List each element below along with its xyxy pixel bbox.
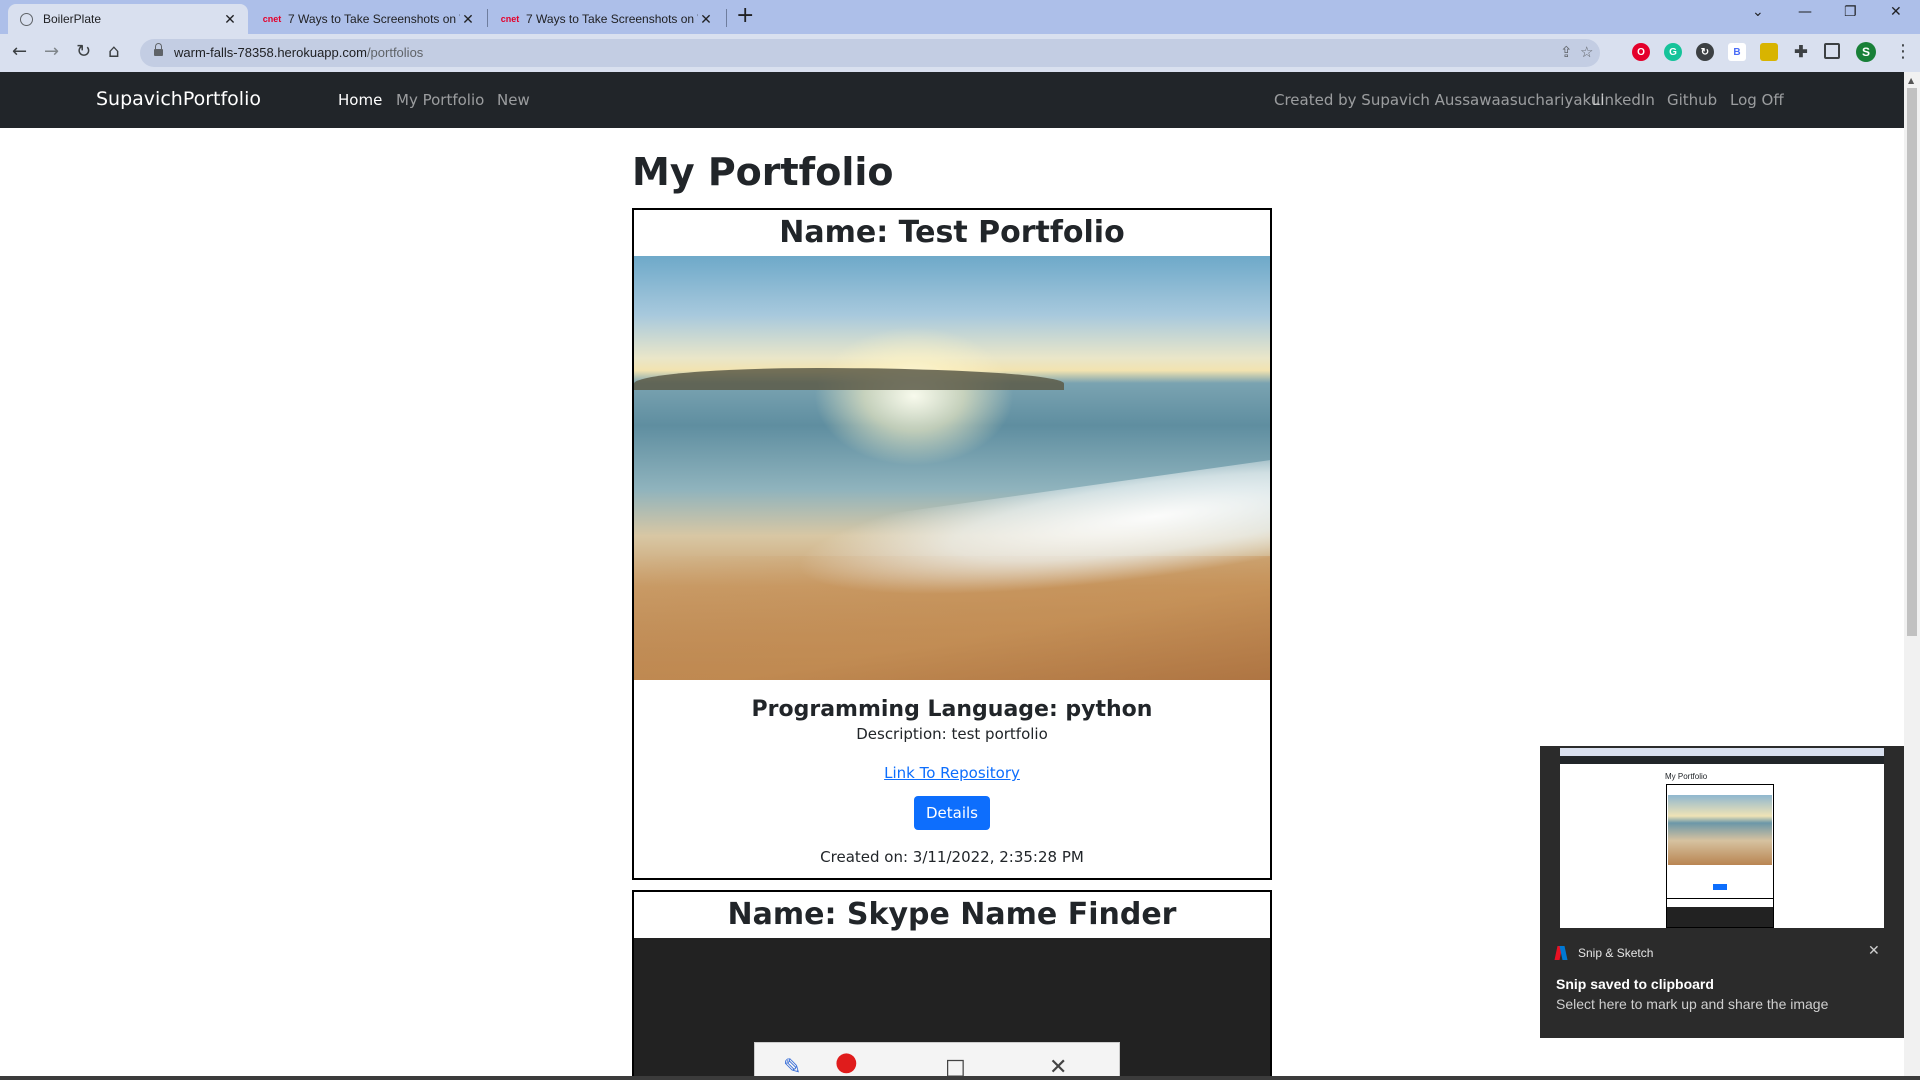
tab-close-icon[interactable]: ✕ (460, 11, 476, 28)
scrollbar-thumb[interactable] (1907, 88, 1917, 636)
portfolio-card-body: Programming Language: python Description… (634, 696, 1270, 866)
browser-toolbar: ← → ↻ ⌂ warm-falls-78358.herokuapp.com/p… (0, 34, 1920, 72)
back-icon[interactable]: ← (12, 41, 27, 63)
cnet-icon: cnet (500, 14, 520, 24)
sun-glow (814, 326, 1014, 466)
toast-subtext: Select here to mark up and share the ima… (1556, 996, 1829, 1012)
nav-linkedin-link[interactable]: LinkedIn (1592, 91, 1655, 109)
home-icon[interactable]: ⌂ (108, 41, 119, 63)
nav-log-off-link[interactable]: Log Off (1730, 91, 1784, 109)
snip-thumbnail[interactable]: My Portfolio (1560, 748, 1884, 928)
tab-title: 7 Ways to Take Screenshots on W (526, 12, 698, 26)
toast-heading: Snip saved to clipboard (1556, 976, 1714, 992)
close-window-icon[interactable]: ✕ (1890, 4, 1902, 20)
toast-close-icon[interactable]: ✕ (1868, 943, 1880, 959)
tab-separator (726, 9, 727, 27)
page-title: My Portfolio (632, 150, 894, 194)
thumb-button (1713, 884, 1727, 890)
tab-close-icon[interactable]: ✕ (222, 11, 238, 28)
nav-github-link[interactable]: Github (1667, 91, 1717, 109)
sync-extension-icon[interactable]: ↻ (1696, 43, 1714, 61)
b-extension-icon[interactable]: B (1728, 43, 1746, 61)
portfolio-name: Name: Test Portfolio (779, 215, 1125, 250)
toast-app-label: Snip & Sketch (1578, 946, 1654, 960)
image-window-frame: ✎ ● □ ✕ (754, 1042, 1120, 1080)
share-icon[interactable]: ⇪ (1560, 43, 1573, 61)
tab-screenshots-2[interactable]: cnet 7 Ways to Take Screenshots on W ✕ (488, 4, 724, 34)
portfolio-name: Name: Skype Name Finder (727, 897, 1177, 932)
tab-title: BoilerPlate (43, 12, 102, 26)
portfolio-card: Name: Test Portfolio Programming Languag… (632, 208, 1272, 880)
portfolio-description: Description: test portfolio (856, 725, 1048, 743)
details-button[interactable]: Details (913, 796, 990, 830)
url-text: warm-falls-78358.herokuapp.com/portfolio… (174, 45, 424, 60)
lock-icon (154, 43, 163, 58)
puzzle-extensions-icon[interactable]: ✚ (1792, 43, 1810, 61)
nav-home-link[interactable]: Home (338, 91, 382, 109)
thumb-navbar (1560, 756, 1884, 764)
opera-icon[interactable]: O (1632, 43, 1650, 61)
site-navbar: SupavichPortfolio Home My Portfolio New … (0, 72, 1904, 128)
reload-icon[interactable]: ↻ (76, 41, 91, 63)
menu-kebab-icon[interactable]: ⋮ (1894, 41, 1912, 63)
new-tab-icon[interactable]: + (736, 5, 754, 27)
nav-new-link[interactable]: New (497, 91, 530, 109)
tab-screenshots-1[interactable]: cnet 7 Ways to Take Screenshots on W ✕ (250, 4, 486, 34)
browser-tabstrip: BoilerPlate ✕ cnet 7 Ways to Take Screen… (0, 0, 1920, 34)
nav-created-by-link[interactable]: Created by Supavich Aussawaasuchariyakul (1274, 91, 1604, 109)
snip-notification[interactable]: My Portfolio Snip & Sketch ✕ Snip saved … (1540, 746, 1904, 1038)
navbar-brand[interactable]: SupavichPortfolio (96, 88, 261, 110)
portfolio-created-date: Created on: 3/11/2022, 2:35:28 PM (820, 848, 1084, 866)
page-scrollbar[interactable]: ▲ (1904, 72, 1920, 1080)
snip-sketch-icon (1554, 946, 1568, 960)
forward-icon[interactable]: → (44, 41, 59, 63)
nav-my-portfolio-link[interactable]: My Portfolio (396, 91, 484, 109)
tab-boilerplate[interactable]: BoilerPlate ✕ (8, 4, 248, 34)
portfolio-card: Name: Skype Name Finder ✎ ● □ ✕ (632, 890, 1272, 1080)
restore-icon[interactable]: ❐ (1844, 4, 1857, 20)
address-bar[interactable]: warm-falls-78358.herokuapp.com/portfolio… (140, 39, 1600, 67)
tab-close-icon[interactable]: ✕ (698, 11, 714, 28)
cnet-icon: cnet (262, 14, 282, 24)
taskbar-edge (0, 1076, 1920, 1080)
scroll-up-arrow-icon[interactable]: ▲ (1908, 76, 1914, 85)
thumb-browser-bar (1560, 748, 1884, 756)
thumb-card-2-head (1667, 899, 1773, 907)
portfolio-image-dark: ✎ ● □ ✕ (634, 938, 1270, 1080)
bookmark-star-icon[interactable]: ☆ (1580, 43, 1593, 61)
thumb-card-2 (1666, 898, 1774, 928)
thumb-page-title: My Portfolio (1665, 772, 1708, 781)
portfolio-language: Programming Language: python (751, 697, 1153, 722)
red-figure-icon: ● (835, 1047, 858, 1077)
globe-icon (20, 12, 33, 26)
colorful-extension-icon[interactable] (1760, 43, 1778, 61)
minimize-icon[interactable]: — (1798, 4, 1812, 20)
thumb-image (1668, 795, 1772, 865)
repository-link[interactable]: Link To Repository (884, 764, 1020, 782)
toast-app-name: Snip & Sketch (1554, 946, 1654, 960)
portfolio-image-beach (634, 256, 1270, 680)
sidebar-icon[interactable] (1824, 43, 1840, 59)
tab-title: 7 Ways to Take Screenshots on W (288, 12, 460, 26)
tab-search-icon[interactable]: ⌄ (1752, 4, 1764, 20)
profile-avatar[interactable]: S (1856, 42, 1876, 62)
grammarly-icon[interactable]: G (1664, 43, 1682, 61)
